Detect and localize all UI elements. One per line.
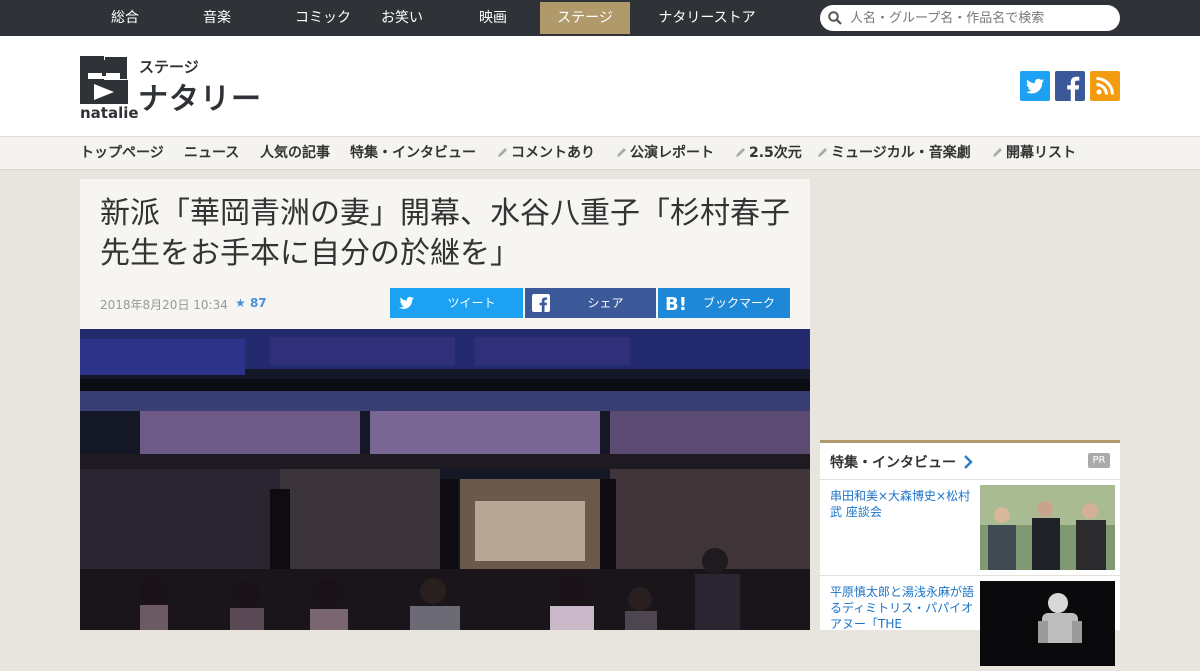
star-icon: ★ <box>235 296 246 310</box>
tweet-button[interactable]: ツイート <box>390 288 523 318</box>
pencil-icon <box>617 148 626 157</box>
article-title: 新派「華岡青洲の妻」開幕、水谷八重子「杉村春子先生をお手本に自分の於継を」 <box>100 196 790 271</box>
sub-nav-25d[interactable]: 2.5次元 <box>735 137 802 169</box>
top-nav-item-music[interactable]: 音楽 <box>172 2 262 34</box>
feature-item[interactable]: 平原慎太郎と湯浅永麻が語るディミトリス・パパイオアヌー「THE <box>820 575 1120 671</box>
article-main-photo[interactable] <box>80 329 810 630</box>
article: 新派「華岡青洲の妻」開幕、水谷八重子「杉村春子先生をお手本に自分の於継を」 20… <box>80 179 810 630</box>
article-date: 2018年8月20日 10:34 <box>100 298 228 312</box>
sub-nav-reports[interactable]: 公演レポート <box>616 137 714 169</box>
sub-nav-25d-label: 2.5次元 <box>749 145 802 161</box>
sub-nav-opening-list-label: 開幕リスト <box>1006 145 1076 161</box>
top-nav-item-store[interactable]: ナタリーストア <box>642 2 772 34</box>
search-box <box>820 5 1120 31</box>
sub-nav-comments-label: コメントあり <box>511 145 595 161</box>
feature-item[interactable]: 串田和美×大森博史×松村武 座談会 <box>820 479 1120 575</box>
top-nav-item-general[interactable]: 総合 <box>80 2 170 34</box>
feature-interview-box: 特集・インタビュー PR 串田和美×大森博史×松村武 座談会 平原慎太郎と湯浅永… <box>820 440 1120 666</box>
sub-nav-popular[interactable]: 人気の記事 <box>260 137 330 169</box>
feature-item-thumbnail[interactable] <box>980 485 1115 570</box>
hatena-bookmark-label: ブックマーク <box>702 296 775 310</box>
search-icon <box>828 11 842 25</box>
top-nav-item-stage[interactable]: ステージ <box>540 2 630 34</box>
hatena-bookmark-button[interactable]: B! ブックマーク <box>658 288 790 318</box>
site-header: ステージ ナタリー natalie <box>0 36 1200 136</box>
sidebar-ad-space <box>820 179 1120 429</box>
feature-heading[interactable]: 特集・インタビュー <box>830 452 973 472</box>
pencil-icon <box>818 148 827 157</box>
chevron-right-icon <box>964 455 973 469</box>
sub-nav-reports-label: 公演レポート <box>630 145 714 161</box>
sub-nav-comments[interactable]: コメントあり <box>497 137 595 169</box>
feature-item-title[interactable]: 平原慎太郎と湯浅永麻が語るディミトリス・パパイオアヌー「THE <box>830 584 978 632</box>
pencil-icon <box>993 148 1002 157</box>
pr-badge: PR <box>1088 453 1110 468</box>
article-star-count[interactable]: ★ 87 <box>235 296 267 310</box>
pencil-icon <box>498 148 507 157</box>
sub-nav-musical[interactable]: ミュージカル・音楽劇 <box>817 137 971 169</box>
star-count: 87 <box>249 296 267 310</box>
pencil-icon <box>736 148 745 157</box>
top-nav-item-owarai[interactable]: お笑い <box>357 2 447 34</box>
logo-main[interactable]: ナタリー <box>138 74 262 118</box>
feature-item-title[interactable]: 串田和美×大森博史×松村武 座談会 <box>830 488 978 520</box>
sub-nav-musical-label: ミュージカル・音楽劇 <box>831 145 971 161</box>
natalie-logo-mark[interactable] <box>80 56 128 104</box>
facebook-share-button[interactable]: シェア <box>525 288 656 318</box>
search-input[interactable] <box>850 8 1110 28</box>
feature-item-thumbnail[interactable] <box>980 581 1115 666</box>
sub-nav-top[interactable]: トップページ <box>80 137 164 169</box>
facebook-icon[interactable] <box>1055 71 1085 101</box>
sub-nav-features[interactable]: 特集・インタビュー <box>350 137 476 169</box>
sub-nav: トップページ ニュース 人気の記事 特集・インタビュー コメントあり 公演レポー… <box>0 136 1200 170</box>
sub-nav-news[interactable]: ニュース <box>184 137 239 169</box>
logo-en: natalie <box>80 104 139 122</box>
top-nav: 総合 音楽 コミック お笑い 映画 ステージ ナタリーストア <box>0 0 1200 36</box>
tweet-label: ツイート <box>447 296 496 310</box>
sub-nav-opening-list[interactable]: 開幕リスト <box>992 137 1076 169</box>
twitter-icon[interactable] <box>1020 71 1050 101</box>
top-nav-item-movie[interactable]: 映画 <box>448 2 538 34</box>
rss-icon[interactable] <box>1090 71 1120 101</box>
facebook-share-label: シェア <box>587 296 624 310</box>
feature-heading-label: 特集・インタビュー <box>830 455 956 471</box>
